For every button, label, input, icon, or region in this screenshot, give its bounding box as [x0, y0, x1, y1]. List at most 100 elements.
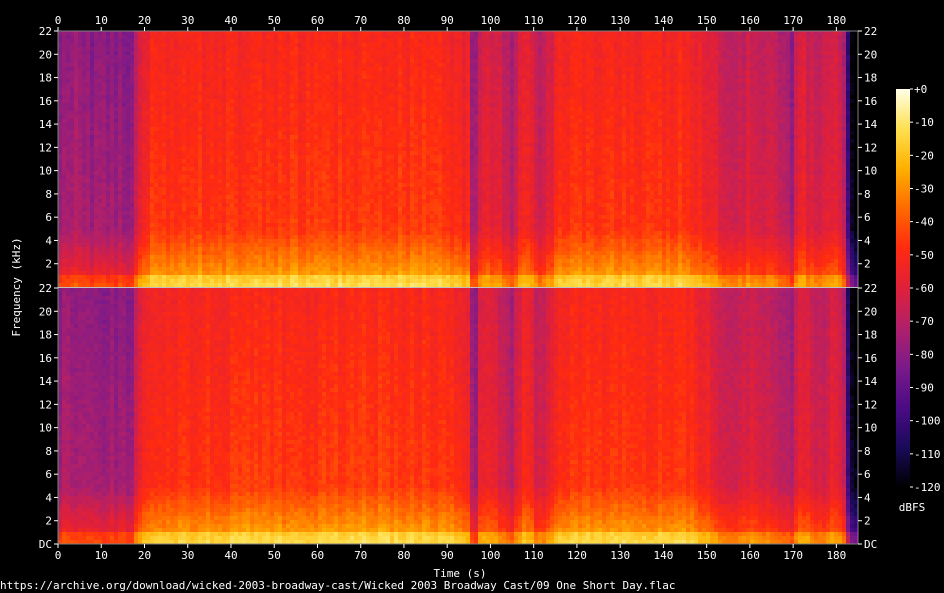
spectrogram-cell — [82, 135, 86, 139]
spectrogram-cell — [58, 187, 62, 191]
spectrogram-cell — [86, 91, 90, 95]
spectrogram-cell — [74, 227, 78, 231]
spectrogram-cell — [122, 183, 126, 187]
spectrogram-cell — [130, 159, 134, 163]
spectrogram-cell — [138, 107, 142, 111]
spectrogram-cell — [58, 123, 62, 127]
spectrogram-cell — [138, 255, 142, 259]
spectrogram-cell — [126, 99, 130, 103]
spectrogram-cell — [66, 107, 70, 111]
spectrogram-cell — [142, 195, 146, 199]
spectrogram-cell — [110, 47, 114, 51]
spectrogram-cell — [110, 159, 114, 163]
spectrogram-cell — [78, 43, 82, 47]
spectrogram-cell — [138, 99, 142, 103]
spectrogram-cell — [70, 39, 74, 43]
spectrogram-cell — [122, 219, 126, 223]
spectrogram-cell — [134, 83, 138, 87]
spectrogram-cell — [138, 179, 142, 183]
spectrogram-cell — [130, 171, 134, 175]
spectrogram-cell — [122, 47, 126, 51]
spectrogram-cell — [118, 155, 122, 159]
spectrogram-cell — [126, 67, 130, 71]
spectrogram-cell — [90, 195, 94, 199]
spectrogram-cell — [142, 71, 146, 75]
spectrogram-cell — [70, 155, 74, 159]
spectrogram-cell — [78, 203, 82, 207]
spectrogram-cell — [82, 259, 86, 263]
spectrogram-cell — [130, 283, 134, 287]
spectrogram-cell — [98, 75, 102, 79]
spectrogram-cell — [90, 83, 94, 87]
spectrogram-cell — [126, 95, 130, 99]
spectrogram-cell — [130, 99, 134, 103]
spectrogram-cell — [126, 159, 130, 163]
spectrogram-cell — [126, 127, 130, 131]
spectrogram-cell — [130, 79, 134, 83]
spectrogram-cell — [82, 99, 86, 103]
spectrogram-cell — [78, 167, 82, 171]
spectrogram-cell — [90, 123, 94, 127]
spectrogram-cell — [90, 279, 94, 283]
spectrogram-cell — [106, 243, 110, 247]
spectrogram-cell — [126, 111, 130, 115]
spectrogram-cell — [62, 219, 66, 223]
spectrogram-cell — [106, 91, 110, 95]
spectrogram-cell — [142, 55, 146, 59]
spectrogram-cell — [138, 251, 142, 255]
spectrogram-cell — [98, 119, 102, 123]
spectrogram-cell — [102, 195, 106, 199]
spectrogram-cell — [102, 271, 106, 275]
spectrogram-cell — [142, 119, 146, 123]
spectrogram-cell — [134, 275, 138, 279]
spectrogram-cell — [62, 147, 66, 151]
spectrogram-cell — [134, 267, 138, 271]
spectrogram-cell — [130, 135, 134, 139]
spectrogram-cell — [122, 91, 126, 95]
spectrogram-cell — [62, 235, 66, 239]
spectrogram-cell — [74, 107, 78, 111]
spectrogram-cell — [70, 95, 74, 99]
spectrogram-cell — [122, 155, 126, 159]
spectrogram-cell — [130, 239, 134, 243]
spectrogram-cell — [122, 63, 126, 67]
spectrogram-cell — [106, 263, 110, 267]
spectrogram-cell — [70, 275, 74, 279]
spectrogram-cell — [86, 123, 90, 127]
spectrogram-cell — [102, 247, 106, 251]
spectrogram-cell — [62, 143, 66, 147]
spectrogram-cell — [62, 247, 66, 251]
spectrogram-cell — [98, 135, 102, 139]
spectrogram-cell — [70, 31, 74, 35]
spectrogram-cell — [142, 43, 146, 47]
spectrogram-cell — [98, 199, 102, 203]
spectrogram-cell — [138, 111, 142, 115]
spectrogram-cell — [70, 67, 74, 71]
spectrogram-cell — [94, 59, 98, 63]
spectrogram-cell — [110, 255, 114, 259]
spectrogram-cell — [58, 191, 62, 195]
spectrogram-cell — [102, 51, 106, 55]
spectrogram-cell — [94, 239, 98, 243]
spectrogram-cell — [98, 179, 102, 183]
spectrogram-cell — [142, 103, 146, 107]
spectrogram-cell — [114, 275, 118, 279]
spectrogram-cell — [98, 255, 102, 259]
spectrogram-cell — [66, 79, 70, 83]
spectrogram-cell — [74, 103, 78, 107]
spectrogram-cell — [58, 263, 62, 267]
spectrogram-cell — [90, 115, 94, 119]
spectrogram-cell — [102, 187, 106, 191]
spectrogram-cell — [114, 71, 118, 75]
spectrogram-cell — [98, 283, 102, 287]
spectrogram-cell — [102, 119, 106, 123]
spectrogram-cell — [82, 67, 86, 71]
spectrogram-cell — [58, 107, 62, 111]
spectrogram-cell — [86, 143, 90, 147]
spectrogram-cell — [130, 83, 134, 87]
spectrogram-cell — [70, 235, 74, 239]
spectrogram-cell — [74, 275, 78, 279]
spectrogram-cell — [90, 223, 94, 227]
spectrogram-cell — [98, 247, 102, 251]
spectrogram-cell — [118, 39, 122, 43]
